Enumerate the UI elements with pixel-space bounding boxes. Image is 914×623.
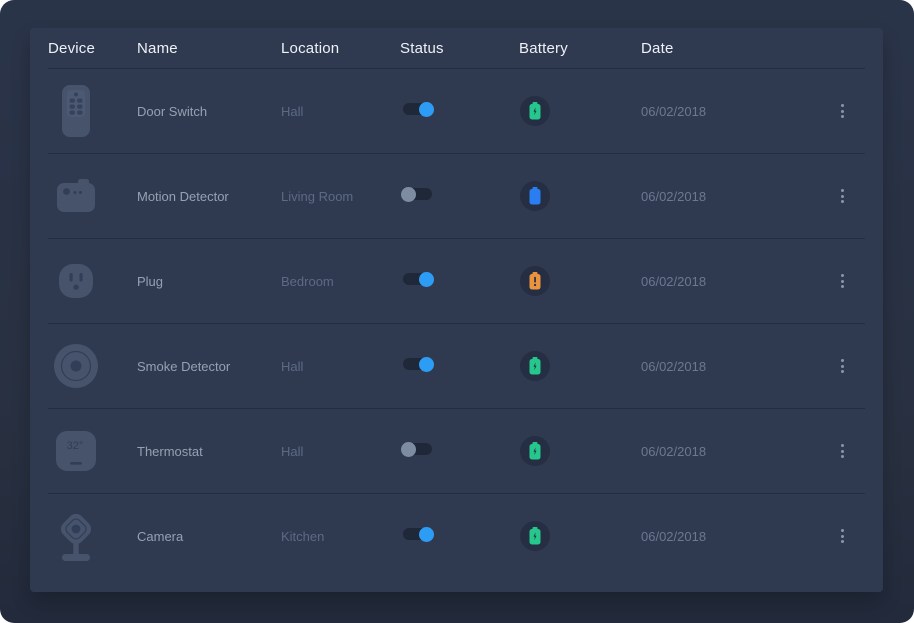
- device-name: Smoke Detector: [137, 359, 281, 374]
- thermostat-icon: 32°: [48, 428, 104, 474]
- device-date: 06/02/2018: [641, 104, 819, 119]
- column-header-status: Status: [400, 40, 519, 57]
- toggle-knob: [419, 357, 434, 372]
- thermostat-temperature-label: 32°: [67, 440, 84, 452]
- device-date: 06/02/2018: [641, 444, 819, 459]
- toggle-knob: [401, 187, 416, 202]
- device-name: Camera: [137, 529, 281, 544]
- kebab-menu-icon[interactable]: [832, 439, 852, 463]
- motion-detector-icon: [48, 173, 104, 219]
- toggle-knob: [419, 272, 434, 287]
- camera-icon: [48, 508, 104, 564]
- device-name: Plug: [137, 274, 281, 289]
- device-name: Thermostat: [137, 444, 281, 459]
- device-location: Kitchen: [281, 529, 400, 544]
- column-header-battery: Battery: [519, 40, 641, 57]
- column-header-location: Location: [281, 40, 400, 57]
- table-row: Door Switch Hall 06/02/2018: [48, 68, 865, 153]
- kebab-menu-icon[interactable]: [832, 354, 852, 378]
- status-toggle[interactable]: [403, 188, 432, 200]
- remote-icon: [48, 83, 104, 139]
- battery-indicator: [520, 521, 550, 551]
- battery-indicator: [520, 351, 550, 381]
- toggle-knob: [419, 527, 434, 542]
- column-header-device: Device: [48, 40, 137, 57]
- toggle-knob: [401, 442, 416, 457]
- device-table: Device Name Location Status Battery Date: [30, 28, 883, 592]
- kebab-menu-icon[interactable]: [832, 524, 852, 548]
- status-toggle[interactable]: [403, 528, 432, 540]
- app-background: Device Name Location Status Battery Date: [0, 0, 914, 623]
- kebab-menu-icon[interactable]: [832, 269, 852, 293]
- device-date: 06/02/2018: [641, 359, 819, 374]
- device-date: 06/02/2018: [641, 529, 819, 544]
- battery-indicator: [520, 436, 550, 466]
- battery-indicator: [520, 266, 550, 296]
- device-name: Motion Detector: [137, 189, 281, 204]
- device-location: Bedroom: [281, 274, 400, 289]
- column-header-name: Name: [137, 40, 281, 57]
- device-location: Hall: [281, 359, 400, 374]
- status-toggle[interactable]: [403, 273, 432, 285]
- low-battery-warning-icon: [534, 277, 536, 286]
- kebab-menu-icon[interactable]: [832, 184, 852, 208]
- device-location: Living Room: [281, 189, 400, 204]
- device-name: Door Switch: [137, 104, 281, 119]
- table-row: Smoke Detector Hall 06/02/2018: [48, 323, 865, 408]
- table-row: Plug Bedroom 06/02/2018: [48, 238, 865, 323]
- table-row: Camera Kitchen 06/02/2018: [48, 493, 865, 578]
- kebab-menu-icon[interactable]: [832, 99, 852, 123]
- device-date: 06/02/2018: [641, 274, 819, 289]
- battery-indicator: [520, 181, 550, 211]
- table-header-row: Device Name Location Status Battery Date: [48, 28, 865, 68]
- status-toggle[interactable]: [403, 443, 432, 455]
- smoke-detector-icon: [48, 342, 104, 390]
- plug-icon: [48, 259, 104, 303]
- status-toggle[interactable]: [403, 103, 432, 115]
- toggle-knob: [419, 102, 434, 117]
- table-row: 32° Thermostat Hall 06/02/2018: [48, 408, 865, 493]
- device-date: 06/02/2018: [641, 189, 819, 204]
- battery-indicator: [520, 96, 550, 126]
- table-row: Motion Detector Living Room 06/02/2018: [48, 153, 865, 238]
- device-location: Hall: [281, 444, 400, 459]
- column-header-date: Date: [641, 40, 819, 57]
- device-location: Hall: [281, 104, 400, 119]
- status-toggle[interactable]: [403, 358, 432, 370]
